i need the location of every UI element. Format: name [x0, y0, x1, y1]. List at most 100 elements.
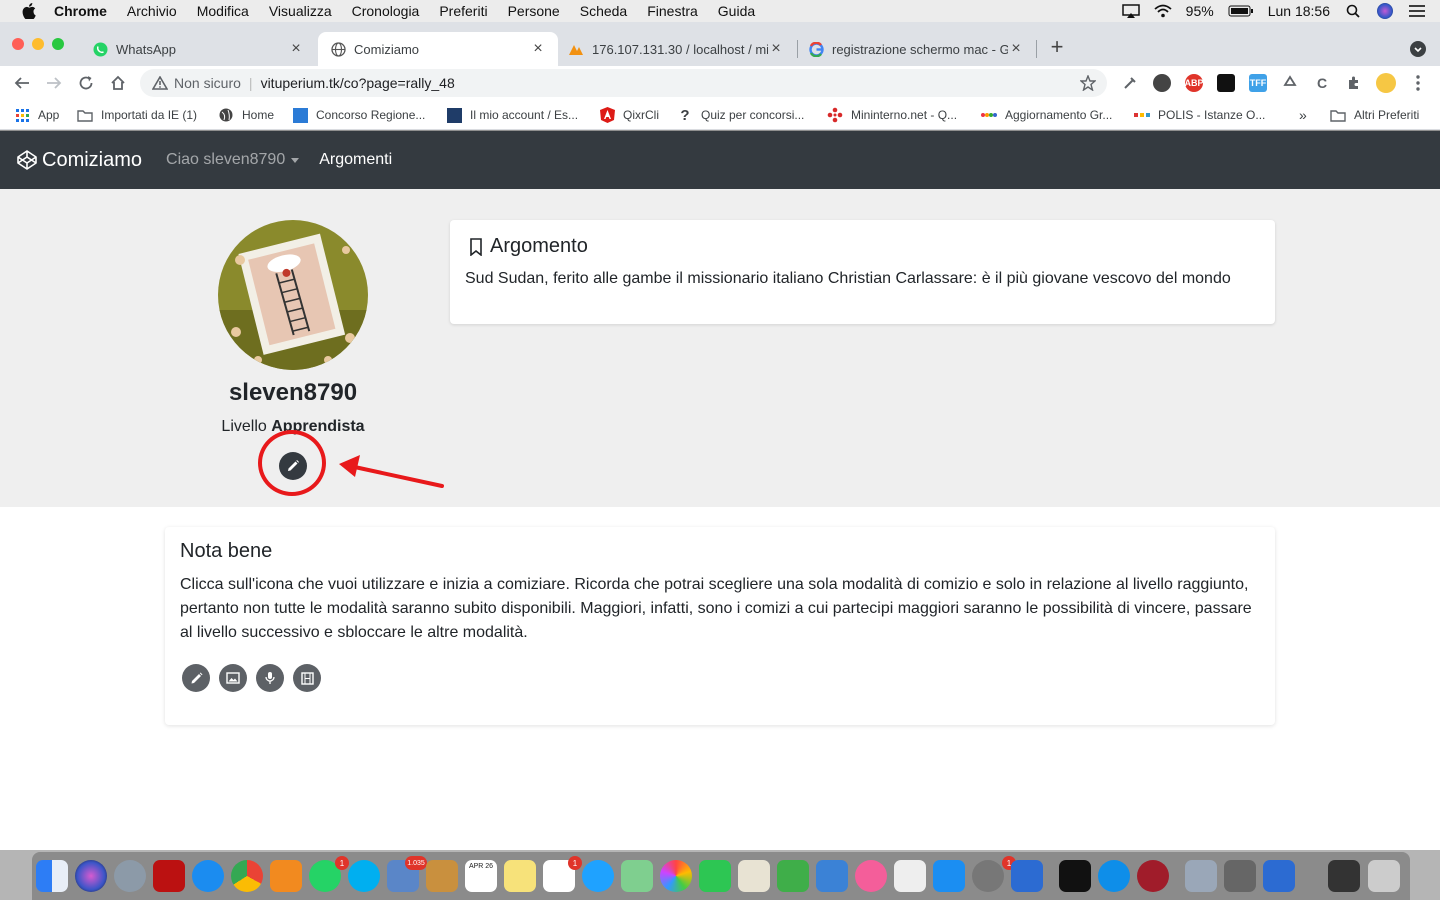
chrome-icon[interactable] — [231, 860, 263, 892]
menu-scheda[interactable]: Scheda — [580, 3, 627, 19]
bookmark-app[interactable]: App — [14, 100, 59, 130]
tab-whatsapp[interactable]: WhatsApp × — [80, 32, 316, 66]
app-store-icon[interactable] — [933, 860, 965, 892]
bookmark-qixrcli[interactable]: QixrCli — [599, 100, 659, 130]
facetime-icon[interactable] — [699, 860, 731, 892]
back-icon[interactable] — [12, 73, 32, 93]
calculator-icon[interactable] — [1224, 860, 1256, 892]
bookmark-altri-preferiti[interactable]: Altri Preferiti — [1330, 100, 1419, 130]
spotlight-search-icon[interactable] — [1344, 3, 1362, 19]
bookmark-polis[interactable]: POLIS - Istanze O... — [1134, 100, 1265, 130]
filezilla-icon[interactable] — [153, 860, 185, 892]
address-bar[interactable]: Non sicuro | vituperium.tk/co?page=rally… — [140, 69, 1107, 97]
close-tab-icon[interactable]: × — [1008, 40, 1024, 58]
nav-argomenti[interactable]: Argomenti — [319, 151, 392, 169]
new-tab-button[interactable]: + — [1046, 36, 1068, 58]
menu-finestra[interactable]: Finestra — [647, 3, 698, 19]
zoom-window-button[interactable] — [52, 38, 64, 50]
url-text[interactable]: vituperium.tk/co?page=rally_48 — [261, 75, 455, 91]
extensions-puzzle-icon[interactable] — [1345, 74, 1363, 92]
minimize-window-button[interactable] — [32, 38, 44, 50]
tab-google-search[interactable]: registrazione schermo mac - G × — [796, 32, 1036, 66]
profile-avatar[interactable] — [1376, 73, 1396, 93]
adblock-plus-icon[interactable]: ABP — [1185, 74, 1204, 92]
extension-icon[interactable]: TFF — [1249, 74, 1267, 92]
finder-icon[interactable] — [36, 860, 68, 892]
photos-icon[interactable] — [660, 860, 692, 892]
app-icon[interactable] — [1137, 860, 1169, 892]
bookmark-quiz-concorsi[interactable]: ? Quiz per concorsi... — [677, 100, 804, 130]
contacts-icon[interactable] — [426, 860, 458, 892]
extension-icon[interactable]: C — [1313, 74, 1331, 92]
wifi-icon[interactable] — [1154, 3, 1172, 19]
teamviewer-icon[interactable] — [1098, 860, 1130, 892]
preview-photos-icon[interactable] — [1185, 860, 1217, 892]
bookmarks-overflow-button[interactable]: » — [1299, 100, 1307, 130]
safari-icon[interactable] — [192, 860, 224, 892]
bookmark-aggiornamento[interactable]: Aggiornamento Gr... — [981, 100, 1112, 130]
tab-phpmyadmin[interactable]: 176.107.131.30 / localhost / mi × — [556, 32, 796, 66]
system-preferences-icon[interactable] — [972, 860, 1004, 892]
user-dropdown[interactable]: Ciao sleven8790 — [166, 151, 300, 169]
extension-icon[interactable] — [1153, 74, 1171, 92]
menu-cronologia[interactable]: Cronologia — [352, 3, 420, 19]
menu-guida[interactable]: Guida — [718, 3, 755, 19]
launchpad-icon[interactable] — [114, 860, 146, 892]
sublime-text-icon[interactable] — [270, 860, 302, 892]
bookmark-concorso-regione[interactable]: Concorso Regione... — [292, 100, 425, 130]
bookmark-star-icon[interactable] — [1079, 74, 1097, 92]
mode-video-button[interactable] — [293, 664, 321, 692]
bookmark-importati-ie[interactable]: Importati da IE (1) — [77, 100, 197, 130]
home-icon[interactable] — [108, 73, 128, 93]
forward-icon[interactable] — [44, 73, 64, 93]
keynote-icon[interactable] — [816, 860, 848, 892]
xcode-icon[interactable] — [1011, 860, 1043, 892]
mode-text-button[interactable] — [182, 664, 210, 692]
security-status[interactable]: Non sicuro — [174, 75, 241, 91]
menu-modifica[interactable]: Modifica — [197, 3, 249, 19]
bookmark-mininterno[interactable]: Mininterno.net - Q... — [827, 100, 957, 130]
siri-icon[interactable] — [1376, 3, 1394, 19]
menu-app-name[interactable]: Chrome — [54, 3, 107, 19]
bookmark-home[interactable]: Home — [218, 100, 274, 130]
tab-search-icon[interactable] — [1410, 41, 1426, 57]
close-tab-icon[interactable]: × — [288, 40, 304, 58]
siri-icon[interactable] — [75, 860, 107, 892]
mode-audio-button[interactable] — [256, 664, 284, 692]
terminal-icon[interactable] — [1059, 860, 1091, 892]
close-window-button[interactable] — [12, 38, 24, 50]
bookmark-mio-account[interactable]: Il mio account / Es... — [446, 100, 578, 130]
xcode-icon[interactable] — [1263, 860, 1295, 892]
skype-icon[interactable] — [348, 860, 380, 892]
tab-comiziamo[interactable]: Comiziamo × — [318, 32, 558, 66]
notes-icon[interactable] — [504, 860, 536, 892]
messages-icon[interactable] — [582, 860, 614, 892]
menu-preferiti[interactable]: Preferiti — [439, 3, 487, 19]
close-tab-icon[interactable]: × — [530, 40, 546, 58]
reload-icon[interactable] — [76, 73, 96, 93]
menu-visualizza[interactable]: Visualizza — [269, 3, 332, 19]
menu-clock[interactable]: Lun 18:56 — [1268, 3, 1330, 19]
eyedropper-extension-icon[interactable] — [1121, 74, 1139, 92]
apple-icon[interactable] — [18, 0, 40, 22]
trash-icon[interactable] — [1368, 860, 1400, 892]
itunes-icon[interactable] — [855, 860, 887, 892]
battery-icon[interactable] — [1228, 3, 1254, 19]
maps-icon[interactable] — [621, 860, 653, 892]
numbers-icon[interactable] — [777, 860, 809, 892]
close-tab-icon[interactable]: × — [768, 40, 784, 58]
notification-center-icon[interactable] — [1408, 3, 1426, 19]
airplay-icon[interactable] — [1121, 3, 1140, 19]
calendar-icon[interactable]: APR 26 — [465, 860, 497, 892]
extension-icon[interactable] — [1217, 74, 1235, 92]
screenshot-folder-icon[interactable] — [1328, 860, 1360, 892]
mode-image-button[interactable] — [219, 664, 247, 692]
site-brand[interactable]: Comiziamo — [16, 149, 142, 172]
warning-icon[interactable] — [152, 75, 168, 91]
recycle-extension-icon[interactable] — [1281, 74, 1299, 92]
menu-persone[interactable]: Persone — [508, 3, 560, 19]
menu-archivio[interactable]: Archivio — [127, 3, 177, 19]
keynote-doc-icon[interactable] — [738, 860, 770, 892]
textedit-icon[interactable] — [894, 860, 926, 892]
chrome-menu-icon[interactable] — [1409, 74, 1427, 92]
